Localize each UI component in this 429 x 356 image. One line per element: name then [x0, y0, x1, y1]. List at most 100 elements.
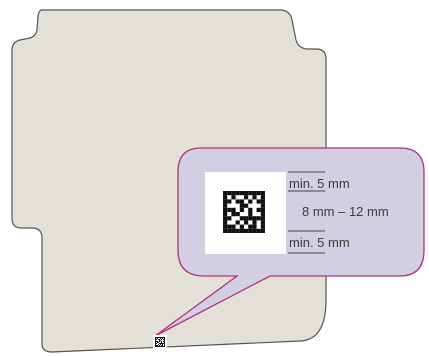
- code-module: [244, 203, 249, 208]
- code-module: [260, 203, 265, 208]
- code-module: [248, 207, 253, 212]
- code-module: [223, 228, 228, 233]
- code-module: [231, 212, 236, 217]
- code-module: [160, 340, 161, 341]
- code-module: [260, 191, 265, 196]
- code-module: [252, 195, 257, 200]
- code-module: [256, 216, 261, 221]
- code-module: [159, 346, 160, 347]
- code-module: [164, 344, 165, 345]
- code-module: [256, 191, 261, 196]
- code-module: [159, 341, 160, 342]
- code-module: [227, 228, 232, 233]
- code-module: [155, 344, 156, 345]
- code-module: [248, 224, 253, 229]
- code-module: [223, 212, 228, 217]
- code-module: [252, 228, 257, 233]
- code-module: [161, 339, 162, 340]
- code-module: [162, 346, 163, 347]
- code-module: [162, 338, 163, 339]
- code-module: [235, 199, 240, 204]
- code-module: [223, 207, 228, 212]
- code-module: [160, 338, 161, 339]
- code-module: [157, 338, 158, 339]
- code-module: [158, 344, 159, 345]
- code-module: [256, 228, 261, 233]
- code-module: [223, 191, 228, 196]
- label-code-size: 8 mm – 12 mm: [302, 204, 389, 219]
- code-module: [157, 345, 158, 346]
- label-min-margin-bottom: min. 5 mm: [289, 235, 350, 250]
- code-module: [159, 339, 160, 340]
- code-module: [252, 191, 257, 196]
- code-module: [239, 191, 244, 196]
- code-module: [164, 343, 165, 344]
- code-quiet-zone: [205, 172, 286, 254]
- code-module: [155, 339, 156, 340]
- code-module: [227, 216, 232, 221]
- code-module: [157, 341, 158, 342]
- code-module: [256, 207, 261, 212]
- code-module: [231, 191, 236, 196]
- code-module: [157, 342, 158, 343]
- code-module: [252, 224, 257, 229]
- code-module: [235, 228, 240, 233]
- code-module: [248, 191, 253, 196]
- code-module: [155, 345, 156, 346]
- code-module: [163, 346, 164, 347]
- code-module: [158, 346, 159, 347]
- code-module: [231, 195, 236, 200]
- code-module: [248, 228, 253, 233]
- code-module: [157, 337, 158, 338]
- code-module: [235, 220, 240, 225]
- code-module: [158, 339, 159, 340]
- code-module: [244, 191, 249, 196]
- code-module: [239, 216, 244, 221]
- code-module: [231, 207, 236, 212]
- code-module: [163, 341, 164, 342]
- code-module: [260, 212, 265, 217]
- code-module: [260, 216, 265, 221]
- code-module: [227, 207, 232, 212]
- code-module: [160, 346, 161, 347]
- code-module: [260, 199, 265, 204]
- code-module: [159, 337, 160, 338]
- code-module: [163, 343, 164, 344]
- code-module: [160, 337, 161, 338]
- code-module: [162, 337, 163, 338]
- code-module: [239, 203, 244, 208]
- code-module: [235, 212, 240, 217]
- code-module: [239, 228, 244, 233]
- code-module: [164, 337, 165, 338]
- code-module: [239, 224, 244, 229]
- code-module: [162, 345, 163, 346]
- code-module: [156, 339, 157, 340]
- code-module: [164, 345, 165, 346]
- code-module: [155, 340, 156, 341]
- code-module: [239, 199, 244, 204]
- code-module: [235, 191, 240, 196]
- code-module: [157, 346, 158, 347]
- code-module: [260, 195, 265, 200]
- code-module: [161, 337, 162, 338]
- code-module: [156, 341, 157, 342]
- code-module: [260, 207, 265, 212]
- code-module: [160, 344, 161, 345]
- code-module: [223, 224, 228, 229]
- code-module: [161, 345, 162, 346]
- code-module: [164, 338, 165, 339]
- code-module: [155, 342, 156, 343]
- code-module: [156, 343, 157, 344]
- code-module: [260, 228, 265, 233]
- code-module: [164, 341, 165, 342]
- code-module: [159, 345, 160, 346]
- label-min-margin-top: min. 5 mm: [289, 176, 350, 191]
- code-module: [223, 203, 228, 208]
- code-module: [244, 216, 249, 221]
- code-module: [248, 199, 253, 204]
- code-module: [248, 216, 253, 221]
- code-module: [155, 343, 156, 344]
- code-module: [163, 337, 164, 338]
- code-module: [155, 338, 156, 339]
- code-module: [223, 216, 228, 221]
